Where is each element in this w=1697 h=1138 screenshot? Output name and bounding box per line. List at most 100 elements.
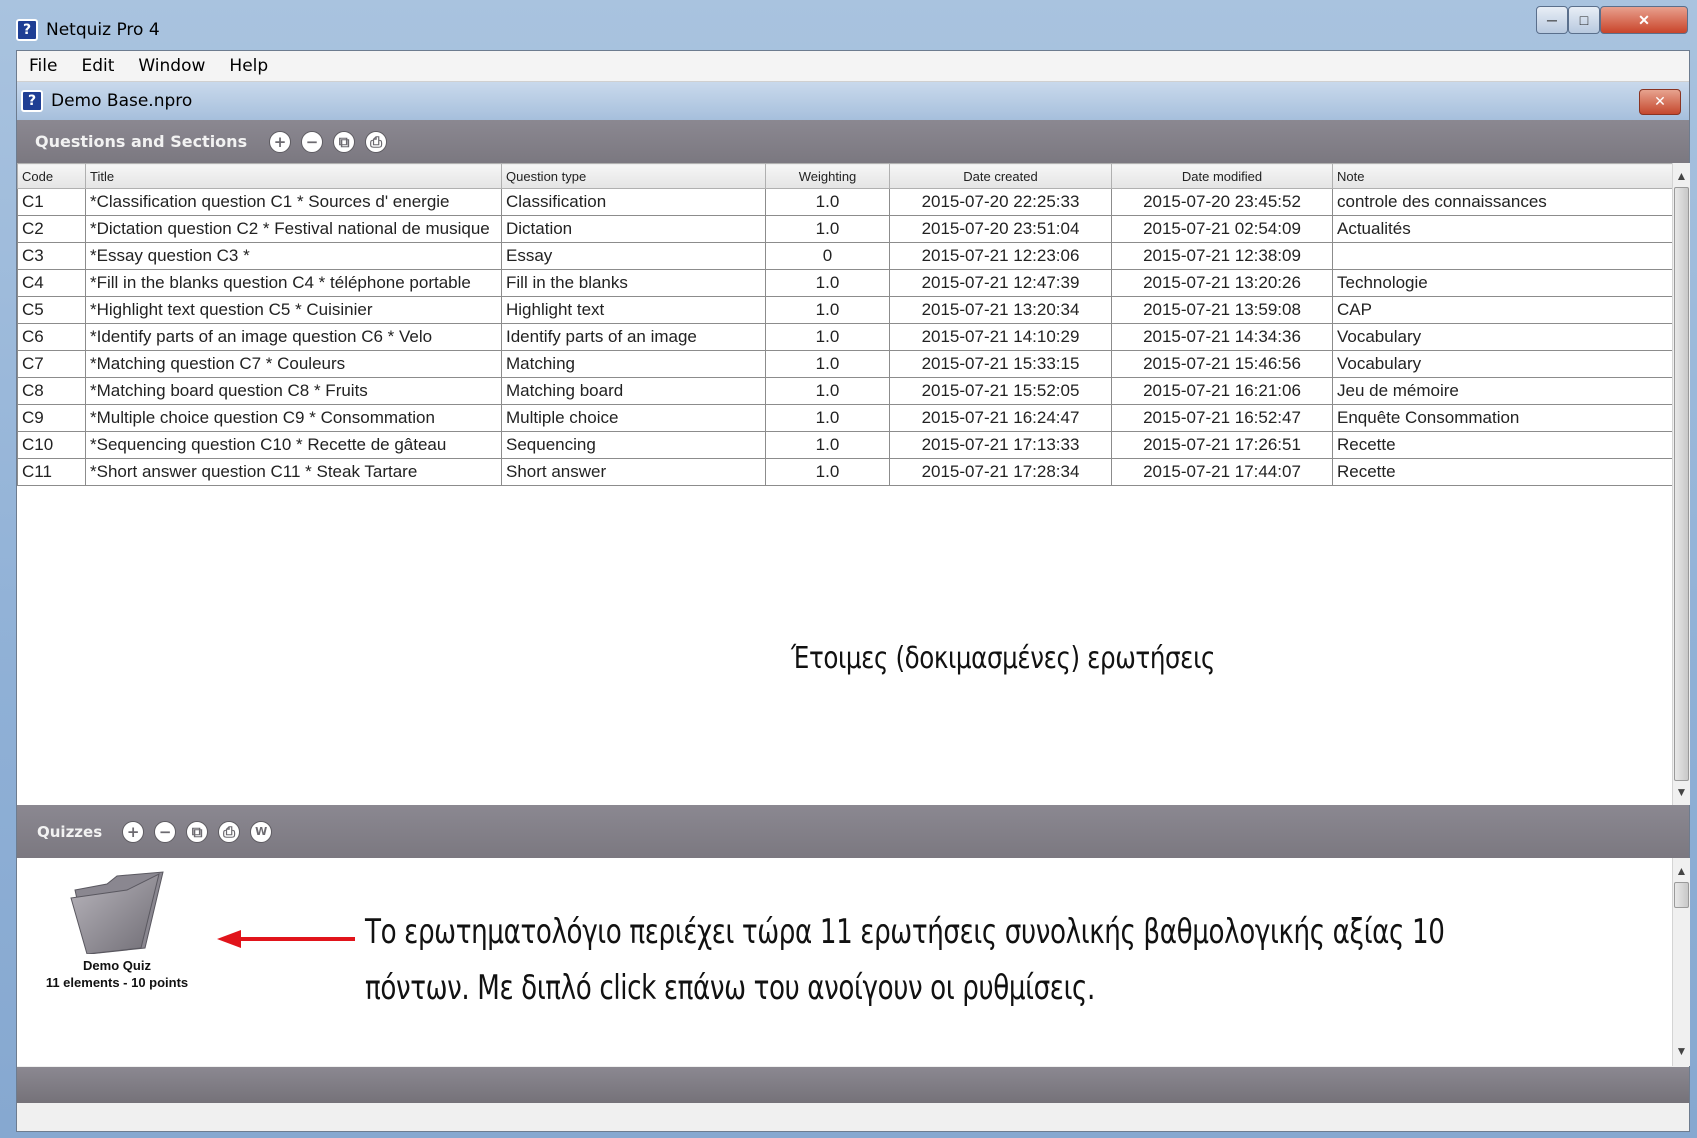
cell-date-modified: 2015-07-21 13:20:26 (1111, 269, 1333, 297)
cell-date-modified: 2015-07-20 23:45:52 (1111, 188, 1333, 216)
cell-question-type: Dictation (501, 215, 766, 243)
cell-note: Vocabulary (1332, 323, 1673, 351)
menu-bar: File Edit Window Help (17, 51, 1689, 82)
cell-question-type: Sequencing (501, 431, 766, 459)
questions-annotation: Έτοιμες (δοκιμασμένες) ερωτήσεις (791, 641, 1216, 676)
table-row[interactable]: C10 *Sequencing question C10 * Recette de… (17, 431, 1673, 459)
print-icon[interactable]: ⎙ (218, 820, 241, 843)
cell-weighting: 1.0 (765, 323, 890, 351)
table-row[interactable]: C4 *Fill in the blanks question C4 * télé… (17, 269, 1673, 297)
title-bar: ? Netquiz Pro 4 (16, 10, 1686, 50)
table-row[interactable]: C8 *Matching board question C8 * Fruits Ma… (17, 377, 1673, 405)
cell-date-modified: 2015-07-21 13:59:08 (1111, 296, 1333, 324)
cell-date-modified: 2015-07-21 02:54:09 (1111, 215, 1333, 243)
column-header-title[interactable]: Title (85, 163, 502, 189)
cell-note: Jeu de mémoire (1332, 377, 1673, 405)
column-header-question-type[interactable]: Question type (501, 163, 766, 189)
quizzes-scrollbar[interactable]: ▲ ▼ (1672, 858, 1690, 1066)
cell-question-type: Matching board (501, 377, 766, 405)
cell-question-type: Classification (501, 188, 766, 216)
quiz-name: Demo Quiz (83, 958, 151, 973)
close-icon: ✕ (1654, 94, 1666, 110)
menu-help[interactable]: Help (217, 56, 280, 76)
table-row[interactable]: C9 *Multiple choice question C9 * Consomm… (17, 404, 1673, 432)
cell-date-created: 2015-07-21 17:28:34 (889, 458, 1112, 486)
column-header-note[interactable]: Note (1332, 163, 1673, 189)
table-row[interactable]: C5 *Highlight text question C5 * Cuisinie… (17, 296, 1673, 324)
scroll-thumb[interactable] (1674, 187, 1689, 781)
document-close-button[interactable]: ✕ (1639, 89, 1681, 115)
quiz-annotation-line1: Το ερωτηματολόγιο περιέχει τώρα 11 ερωτή… (365, 912, 1445, 952)
app-icon: ? (16, 19, 38, 41)
column-header-date-modified[interactable]: Date modified (1111, 163, 1333, 189)
minimize-icon: ─ (1547, 12, 1557, 28)
questions-table: Code Title Question type Weighting Date … (17, 163, 1673, 486)
cell-weighting: 1.0 (765, 296, 890, 324)
cell-date-created: 2015-07-21 17:13:33 (889, 431, 1112, 459)
scroll-down-icon[interactable]: ▼ (1673, 1042, 1690, 1060)
word-export-icon[interactable]: W (250, 820, 273, 843)
cell-title: *Matching question C7 * Couleurs (85, 350, 502, 378)
cell-note: Vocabulary (1332, 350, 1673, 378)
duplicate-icon[interactable]: ⧉ (333, 130, 356, 153)
scroll-thumb[interactable] (1674, 882, 1689, 908)
scroll-down-icon[interactable]: ▼ (1673, 783, 1690, 801)
cell-date-created: 2015-07-21 13:20:34 (889, 296, 1112, 324)
cell-title: *Highlight text question C5 * Cuisinier (85, 296, 502, 324)
cell-weighting: 1.0 (765, 377, 890, 405)
quiz-item[interactable]: Demo Quiz 11 elements - 10 points (27, 870, 207, 990)
column-header-weighting[interactable]: Weighting (765, 163, 890, 189)
cell-question-type: Multiple choice (501, 404, 766, 432)
table-header-row: Code Title Question type Weighting Date … (17, 163, 1673, 189)
column-header-code[interactable]: Code (17, 163, 86, 189)
menu-edit[interactable]: Edit (69, 56, 126, 76)
table-row[interactable]: C6 *Identify parts of an image question C… (17, 323, 1673, 351)
cell-title: *Fill in the blanks question C4 * téléph… (85, 269, 502, 297)
menu-file[interactable]: File (17, 56, 69, 76)
cell-note: Enquête Consommation (1332, 404, 1673, 432)
cell-title: *Essay question C3 * (85, 242, 502, 270)
cell-title: *Matching board question C8 * Fruits (85, 377, 502, 405)
print-icon[interactable]: ⎙ (365, 130, 388, 153)
cell-date-modified: 2015-07-21 16:21:06 (1111, 377, 1333, 405)
cell-date-modified: 2015-07-21 16:52:47 (1111, 404, 1333, 432)
cell-weighting: 1.0 (765, 215, 890, 243)
table-row[interactable]: C11 *Short answer question C11 * Steak Ta… (17, 458, 1673, 486)
remove-icon[interactable]: − (301, 130, 324, 153)
cell-date-modified: 2015-07-21 17:26:51 (1111, 431, 1333, 459)
document-title: Demo Base.npro (51, 91, 193, 111)
cell-code: C10 (17, 431, 86, 459)
questions-panel-header: Questions and Sections + − ⧉ ⎙ (17, 120, 1689, 163)
cell-weighting: 1.0 (765, 431, 890, 459)
quizzes-panel-header: Quizzes + − ⧉ ⎙ W (17, 805, 1689, 858)
remove-icon[interactable]: − (154, 820, 177, 843)
minimize-button[interactable]: ─ (1536, 6, 1568, 34)
scroll-up-icon[interactable]: ▲ (1673, 862, 1690, 880)
scroll-up-icon[interactable]: ▲ (1673, 167, 1690, 185)
cell-title: *Multiple choice question C9 * Consommat… (85, 404, 502, 432)
cell-code: C9 (17, 404, 86, 432)
cell-date-created: 2015-07-21 15:52:05 (889, 377, 1112, 405)
menu-window[interactable]: Window (126, 56, 217, 76)
cell-weighting: 1.0 (765, 350, 890, 378)
window-close-button[interactable]: ✕ (1600, 6, 1688, 34)
quizzes-area: Demo Quiz 11 elements - 10 points Το ερω… (17, 858, 1690, 1066)
table-row[interactable]: C3 *Essay question C3 * Essay 0 2015-07-21 1… (17, 242, 1673, 270)
cell-code: C5 (17, 296, 86, 324)
cell-question-type: Short answer (501, 458, 766, 486)
cell-date-modified: 2015-07-21 17:44:07 (1111, 458, 1333, 486)
table-row[interactable]: C2 *Dictation question C2 * Festival nati… (17, 215, 1673, 243)
cell-question-type: Matching (501, 350, 766, 378)
duplicate-icon[interactable]: ⧉ (186, 820, 209, 843)
table-row[interactable]: C7 *Matching question C7 * Couleurs Matchi… (17, 350, 1673, 378)
cell-note (1332, 242, 1673, 270)
add-icon[interactable]: + (122, 820, 145, 843)
questions-scrollbar[interactable]: ▲ ▼ (1672, 163, 1690, 805)
cell-code: C8 (17, 377, 86, 405)
cell-weighting: 0 (765, 242, 890, 270)
maximize-button[interactable]: □ (1568, 6, 1600, 34)
add-icon[interactable]: + (269, 130, 292, 153)
quiz-annotation-line2: πόντων. Με διπλό click επάνω του ανοίγου… (365, 968, 1095, 1008)
table-row[interactable]: C1 *Classification question C1 * Sources … (17, 188, 1673, 216)
column-header-date-created[interactable]: Date created (889, 163, 1112, 189)
